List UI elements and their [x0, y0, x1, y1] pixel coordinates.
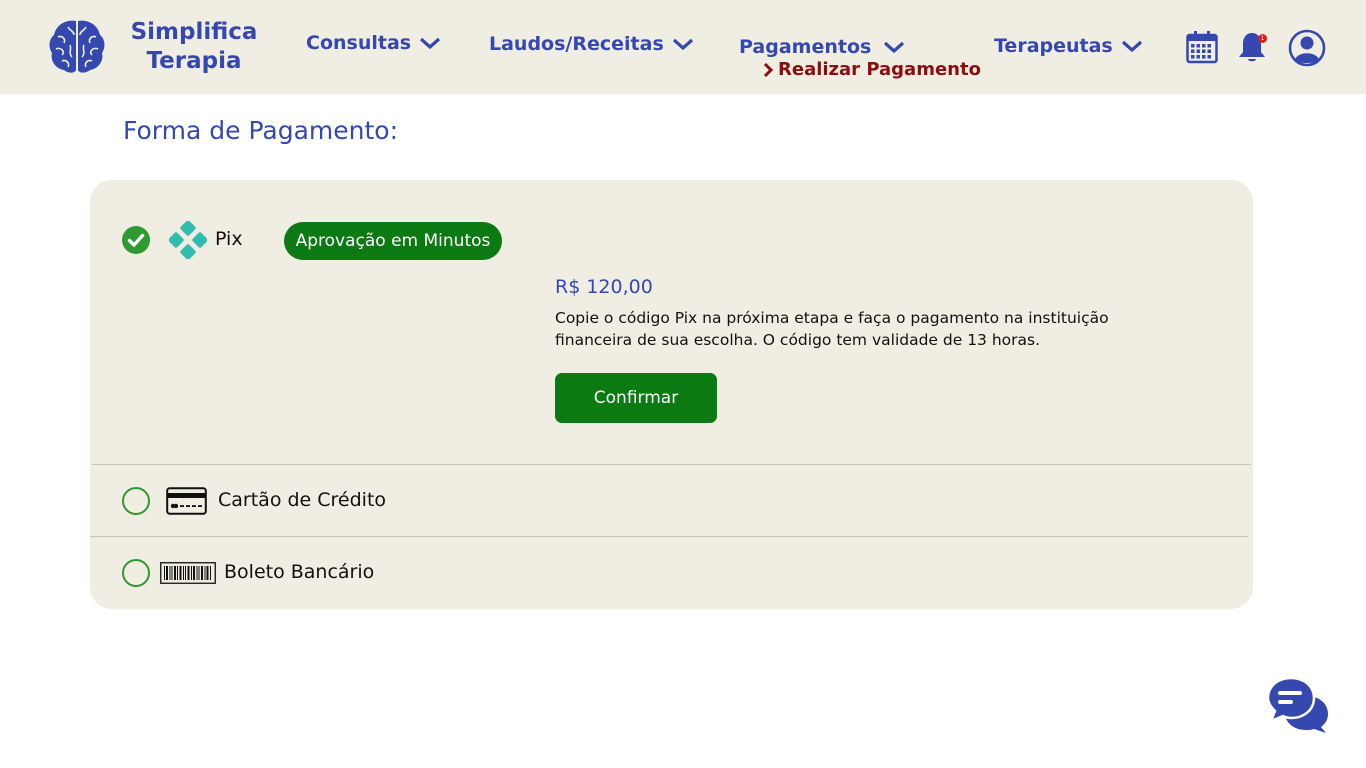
nav-laudos-label: Laudos/Receitas	[489, 33, 664, 55]
brain-logo-icon[interactable]	[48, 17, 106, 75]
divider	[92, 464, 1251, 465]
nav-consultas-label: Consultas	[306, 32, 412, 54]
pix-icon	[169, 221, 207, 259]
nav-realizar-pagamento[interactable]: Realizar Pagamento	[762, 59, 981, 80]
payment-option-pix-label[interactable]: Pix	[215, 228, 243, 250]
credit-card-icon	[166, 487, 207, 515]
notification-badge: 1	[1258, 34, 1267, 43]
chevron-down-icon	[884, 41, 905, 54]
nav-pagamentos-label: Pagamentos	[739, 36, 872, 58]
nav-terapeutas[interactable]: Terapeutas	[994, 35, 1143, 57]
nav-realizar-pagamento-label: Realizar Pagamento	[778, 59, 981, 80]
nav-laudos-receitas[interactable]: Laudos/Receitas	[489, 33, 694, 55]
pix-price: R$ 120,00	[555, 276, 653, 298]
confirm-button[interactable]: Confirmar	[555, 373, 717, 423]
nav-terapeutas-label: Terapeutas	[994, 35, 1113, 57]
nav-consultas[interactable]: Consultas	[306, 32, 441, 54]
nav-pagamentos[interactable]: Pagamentos	[739, 36, 905, 58]
radio-pix-selected[interactable]	[122, 226, 150, 254]
brand-name[interactable]: Simplifica Terapia	[126, 18, 262, 76]
chevron-down-icon	[420, 37, 441, 50]
check-icon	[127, 233, 145, 247]
page-title: Forma de Pagamento:	[123, 116, 398, 145]
payment-option-boleto-label[interactable]: Boleto Bancário	[224, 561, 374, 583]
divider	[90, 536, 1248, 537]
calendar-icon[interactable]	[1186, 31, 1218, 64]
user-profile-icon[interactable]	[1288, 29, 1326, 67]
payment-option-credit-card-label[interactable]: Cartão de Crédito	[218, 489, 386, 511]
brand-line-2: Terapia	[146, 48, 242, 74]
chevron-down-icon	[672, 38, 693, 51]
approval-badge: Aprovação em Minutos	[284, 222, 502, 260]
radio-boleto[interactable]	[122, 559, 150, 587]
chat-bubbles-icon[interactable]	[1266, 676, 1330, 734]
top-navbar: Simplifica Terapia Consultas Laudos/Rece…	[0, 0, 1366, 94]
chevron-right-icon	[763, 62, 774, 77]
brand-line-1: Simplifica	[130, 19, 258, 45]
pix-description: Copie o código Pix na próxima etapa e fa…	[555, 309, 1109, 349]
chevron-down-icon	[1121, 40, 1142, 53]
radio-credit-card[interactable]	[122, 487, 150, 515]
barcode-icon	[160, 562, 216, 584]
